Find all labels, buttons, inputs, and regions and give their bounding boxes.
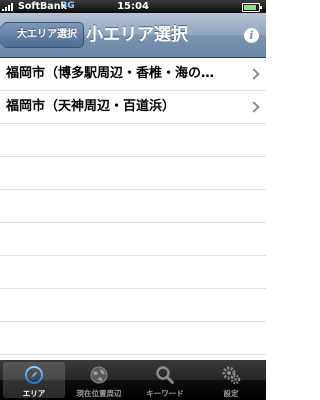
list-item[interactable]: 福岡市（天神周辺・百道浜） [0,91,266,124]
empty-row [0,256,266,289]
navigation-bar: 大エリア選択 小エリア選択 i [0,13,266,58]
gears-icon [222,366,241,385]
compass-icon [25,366,43,384]
clock: 15:04 [117,1,149,12]
tab-bar: エリア 現在位置周辺 キーワード 設定 [0,360,266,400]
status-bar: SoftBank 3G 15:04 [0,0,266,13]
list-item-label: 福岡市（天神周辺・百道浜） [6,99,176,114]
info-icon[interactable]: i [244,28,259,43]
chevron-right-icon [248,101,260,113]
empty-row [0,322,266,355]
empty-row [0,190,266,223]
magnifier-icon [156,366,174,384]
back-button[interactable]: 大エリア選択 [5,22,84,48]
back-button-label: 大エリア選択 [17,29,77,40]
battery-icon [242,3,262,12]
tab-keyword-label: キーワード [146,389,184,398]
tab-area-label: エリア [22,389,46,398]
list-item-label: 福岡市（博多駅周辺・香椎・海の… [6,66,215,81]
empty-row [0,124,266,157]
tab-nearby-label: 現在位置周辺 [76,389,122,398]
empty-row [0,157,266,190]
tab-area[interactable]: エリア [3,362,65,398]
tab-keyword[interactable]: キーワード [134,362,196,398]
tab-settings[interactable]: 設定 [200,362,262,398]
area-list: 福岡市（博多駅周辺・香椎・海の… 福岡市（天神周辺・百道浜） [0,58,266,360]
empty-row [0,223,266,256]
tab-nearby[interactable]: 現在位置周辺 [68,362,130,398]
empty-row [0,289,266,322]
chevron-right-icon [248,68,260,80]
list-item[interactable]: 福岡市（博多駅周辺・香椎・海の… [0,58,266,91]
globe-icon [90,366,108,384]
tab-settings-label: 設定 [223,389,239,398]
page-title: 小エリア選択 [86,25,188,45]
